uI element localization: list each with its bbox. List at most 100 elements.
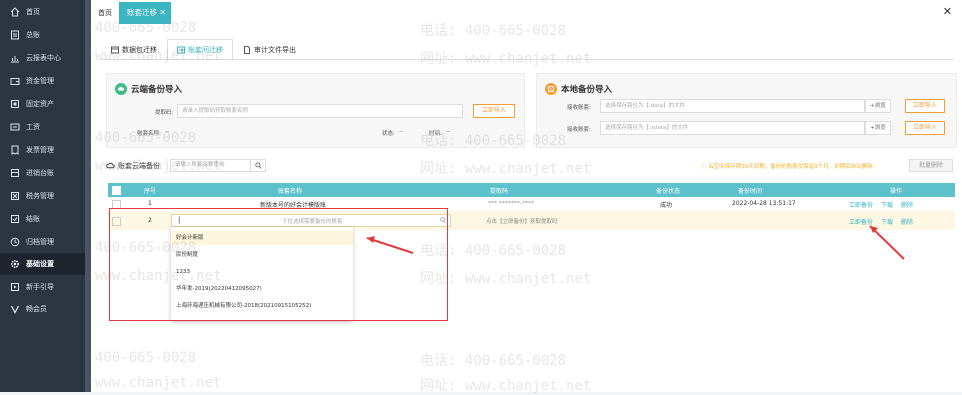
window-close-icon[interactable]: ✕ xyxy=(943,5,952,18)
col-backup-status: 备份状态 xyxy=(656,188,681,195)
migrate-icon xyxy=(177,46,185,54)
sidebar-item-tax[interactable]: 税务管理 xyxy=(0,185,85,207)
subtab-label: 数据包迁移 xyxy=(122,46,157,54)
row-extract-code-hint: 点击【立即备份】获取提取码 xyxy=(486,219,558,225)
local-import-data-button[interactable]: 立即导入 xyxy=(905,99,945,113)
sidebar-item-label: 畅会员 xyxy=(26,305,47,313)
guide-icon xyxy=(10,282,20,292)
time-value: -- xyxy=(446,129,450,135)
backup-now-link[interactable]: 立即备份 xyxy=(849,200,873,209)
batch-delete-button[interactable]: 批量删除 xyxy=(909,159,953,172)
extract-code-input[interactable]: 请录入提取码获取账套名称 xyxy=(177,104,463,118)
account-search-input[interactable]: 请输入账套名称查询 xyxy=(170,159,266,172)
sidebar-item-label: 发票管理 xyxy=(26,146,54,154)
subtab-label: 账套间迁移 xyxy=(188,46,223,54)
cloud-import-title: 云端备份导入 xyxy=(115,83,182,95)
row-index: 1 xyxy=(148,200,152,207)
browse-xdata-button[interactable]: +浏览 xyxy=(865,121,891,135)
subtab-divider xyxy=(101,59,954,60)
row-time: 2022-04-28 13:51:17 xyxy=(732,200,796,207)
sidebar-item-label: 总账 xyxy=(26,31,40,39)
delete-link[interactable]: 删除 xyxy=(901,217,913,226)
row-status: 成功 xyxy=(660,202,673,209)
time-label: 时间: xyxy=(429,131,442,137)
vip-icon xyxy=(10,304,20,314)
col-account-name: 账套名称 xyxy=(278,188,303,195)
sidebar-item-guide[interactable]: 新手引导 xyxy=(0,276,85,298)
code-label: 提取码: xyxy=(155,110,174,116)
package-icon xyxy=(111,46,119,54)
sidebar-item-close-books[interactable]: 结账 xyxy=(0,208,85,230)
sidebar-item-fixed-assets[interactable]: 固定资产 xyxy=(0,93,85,115)
report-icon xyxy=(10,53,20,63)
sidebar-item-label: 固定资产 xyxy=(26,100,54,108)
col-actions: 操作 xyxy=(890,188,903,195)
cloud-backup-toolbar: 账套云端备份 请输入账套名称查询 xyxy=(106,159,266,172)
main-content: 数据包迁移 账套间迁移 审计文件导出 云端备份导入 提取码: 请录入提取码获取账… xyxy=(91,26,962,392)
tab-close-icon[interactable]: ✕ xyxy=(159,2,166,24)
gear-icon xyxy=(10,259,20,269)
wallet-icon xyxy=(10,76,20,86)
receive-account-label: 接收账套: xyxy=(567,127,591,133)
inventory-icon xyxy=(10,168,20,178)
subtab-data-package[interactable]: 数据包迁移 xyxy=(101,39,167,61)
sidebar-item-label: 首页 xyxy=(26,8,40,16)
retention-notice: ⓘ 云空间保存期30天到期，备份的账套仅保留9个月，到期后自动删除 xyxy=(701,164,873,170)
sidebar-item-label: 结账 xyxy=(26,215,40,223)
sidebar-item-report-center[interactable]: 云报表中心 xyxy=(0,47,85,69)
sidebar-item-archive[interactable]: 归档管理 xyxy=(0,231,85,253)
row-extract-code: *** *******-**** xyxy=(488,200,535,207)
sidebar-item-label: 云报表中心 xyxy=(26,54,61,62)
tab-home[interactable]: 首页 xyxy=(92,0,118,26)
subtab-bar: 数据包迁移 账套间迁移 审计文件导出 xyxy=(101,39,306,61)
delete-link[interactable]: 删除 xyxy=(901,200,913,209)
search-placeholder: 请输入账套名称查询 xyxy=(175,162,225,168)
panel-title-text: 云端备份导入 xyxy=(131,85,183,95)
backup-now-link[interactable]: 立即备份 xyxy=(849,217,873,226)
subtab-label: 审计文件导出 xyxy=(254,46,296,54)
panel-title-text: 本地备份导入 xyxy=(561,85,613,95)
sidebar-item-funds[interactable]: 资金管理 xyxy=(0,70,85,92)
sidebar-item-salary[interactable]: 工资 xyxy=(0,116,85,138)
sidebar-item-label: 税务管理 xyxy=(26,192,54,200)
tab-account-migration[interactable]: 账套迁移 ✕ xyxy=(119,2,171,24)
sidebar-item-vip[interactable]: 畅会员 xyxy=(0,298,85,320)
asset-icon xyxy=(10,99,20,109)
sidebar-item-home[interactable]: 首页 xyxy=(0,1,85,23)
sidebar-item-inventory[interactable]: 进销台账 xyxy=(0,162,85,184)
cloud-import-button[interactable]: 立即导入 xyxy=(473,104,515,118)
cloud-icon xyxy=(106,161,115,170)
sidebar-item-label: 归档管理 xyxy=(26,238,54,246)
home-icon xyxy=(10,7,20,17)
download-link[interactable]: 下载 xyxy=(881,217,893,226)
subtab-audit-export[interactable]: 审计文件导出 xyxy=(233,39,306,61)
salary-icon xyxy=(10,122,20,132)
sidebar-item-label: 工资 xyxy=(26,123,40,131)
close-books-icon xyxy=(10,214,20,224)
local-upload-icon xyxy=(545,83,557,95)
receive-account-label: 接收账套: xyxy=(567,105,591,111)
sidebar-item-label: 新手引导 xyxy=(26,283,54,291)
sidebar-item-invoice[interactable]: 发票管理 xyxy=(0,139,85,161)
data-file-input[interactable]: 选择保存路径为【.data】的文件 xyxy=(600,99,865,113)
browse-data-button[interactable]: +浏览 xyxy=(865,99,891,113)
subtab-account-migration[interactable]: 账套间迁移 xyxy=(167,39,233,61)
sidebar-item-ledger[interactable]: 总账 xyxy=(0,24,85,46)
sidebar-item-label: 资金管理 xyxy=(26,77,54,85)
select-all-checkbox[interactable] xyxy=(112,186,121,195)
file-icon xyxy=(244,46,250,54)
xdata-file-input[interactable]: 选择保存路径为【.xdata】的文件 xyxy=(600,121,865,135)
download-link[interactable]: 下载 xyxy=(881,200,893,209)
account-name-label: 账套名称: xyxy=(137,131,161,137)
invoice-icon xyxy=(10,145,20,155)
col-index: 序号 xyxy=(144,188,157,195)
account-name-value: -- xyxy=(165,129,169,135)
cloud-backup-label: 账套云端备份 xyxy=(118,161,160,170)
sidebar-item-label: 基础设置 xyxy=(26,260,54,268)
local-import-xdata-button[interactable]: 立即导入 xyxy=(905,121,945,135)
status-value: -- xyxy=(399,129,403,135)
annotation-highlight-box xyxy=(109,208,448,321)
search-icon[interactable] xyxy=(250,159,265,172)
tax-icon xyxy=(10,191,20,201)
sidebar-item-basic-settings[interactable]: 基础设置 xyxy=(0,253,85,275)
